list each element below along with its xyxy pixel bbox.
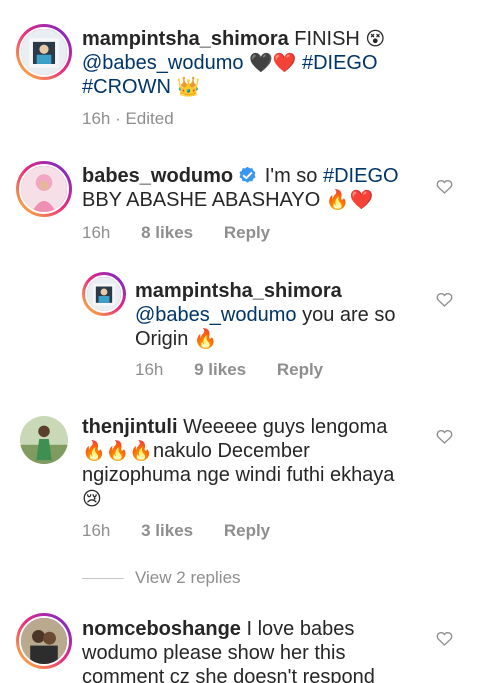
fire-emoji-icon: 🔥🔥🔥 [82, 440, 153, 462]
heart-outline-icon[interactable] [436, 631, 453, 646]
heart-outline-icon[interactable] [436, 429, 453, 444]
comment-timestamp: 16h [82, 521, 111, 540]
avatar-mampintsha-reply[interactable] [82, 272, 126, 316]
avatar-image [21, 166, 67, 212]
fire-emoji-icon: 🔥 [193, 328, 218, 350]
comment-text: I'm so [264, 165, 318, 187]
crying-face-emoji-icon: 😢 [82, 488, 102, 510]
avatar-image [21, 618, 67, 664]
likes-count-button[interactable]: 8 likes [141, 223, 193, 242]
comment-thenjintuli: thenjintuli Weeeee guys lengoma 🔥🔥🔥nakul… [82, 415, 427, 511]
likes-count-button[interactable]: 3 likes [141, 521, 193, 540]
reply-button[interactable]: Reply [224, 223, 270, 242]
comment-nomceboshange: nomceboshange I love babes wodumo please… [82, 617, 427, 683]
comment-text-line3: comment cz she doesn't respond [82, 666, 375, 683]
dizzy-face-emoji-icon: 😵 [365, 28, 386, 50]
view-replies-button[interactable]: View 2 replies [135, 568, 241, 588]
caption-timestamp: 16h · Edited [82, 109, 174, 128]
caption-hashtag-diego[interactable]: #DIEGO [302, 52, 378, 74]
comment-username[interactable]: babes_wodumo [82, 165, 233, 187]
caption-hashtag-crown[interactable]: #CROWN [82, 76, 171, 98]
avatar-nomceboshange[interactable] [16, 613, 72, 669]
comment-text: I love babes [246, 618, 355, 640]
comment-mampintsha-reply: mampintsha_shimora @babes_wodumo you are… [135, 279, 425, 351]
comment-text-line3: ngizophuma nge windi futhi ekhaya [82, 464, 395, 486]
avatar-image [87, 277, 121, 311]
comment-meta: 16h 3 likes Reply [82, 521, 270, 541]
comment-meta: 16h 8 likes Reply [82, 223, 270, 243]
comment-babes-wodumo: babes_wodumo I'm so #DIEGO BBY ABASHE AB… [82, 164, 422, 212]
comment-username[interactable]: thenjintuli [82, 416, 178, 438]
avatar-mampintsha-caption[interactable] [16, 24, 72, 80]
crown-emoji-icon: 👑 [176, 76, 201, 98]
avatar-image [20, 416, 68, 464]
comment-text-line2: nakulo December [152, 440, 310, 462]
avatar-babes-wodumo[interactable] [16, 161, 72, 217]
comments-screen: mampintsha_shimora FINISH 😵 @babes_wodum… [0, 0, 480, 683]
heart-outline-icon[interactable] [436, 179, 453, 194]
comment-text-line2: BBY ABASHE ABASHAYO [82, 189, 321, 211]
comment-meta: 16h 9 likes Reply [135, 360, 323, 380]
hearts-emoji-icon: 🖤❤️ [249, 52, 297, 74]
comment-text-line2: wodumo please show her this [82, 642, 346, 664]
comment-mention[interactable]: @babes_wodumo [135, 304, 297, 326]
reply-button[interactable]: Reply [224, 521, 270, 540]
avatar-image [21, 29, 67, 75]
comment-timestamp: 16h [82, 223, 111, 242]
comment-text-line2: Origin [135, 328, 189, 350]
comment-timestamp: 16h [135, 360, 164, 379]
caption-username[interactable]: mampintsha_shimora [82, 28, 289, 50]
verified-badge-icon [239, 166, 256, 183]
fire-heart-emoji-icon: 🔥❤️ [325, 189, 374, 211]
comment-text: Weeeee guys lengoma [183, 416, 388, 438]
avatar-thenjintuli[interactable] [20, 416, 68, 464]
reply-button[interactable]: Reply [277, 360, 323, 379]
heart-outline-icon[interactable] [436, 292, 453, 307]
caption-text: mampintsha_shimora FINISH 😵 @babes_wodum… [82, 27, 422, 99]
comment-hashtag-diego[interactable]: #DIEGO [323, 165, 399, 187]
likes-count-button[interactable]: 9 likes [194, 360, 246, 379]
comment-username[interactable]: nomceboshange [82, 618, 241, 640]
caption-mention[interactable]: @babes_wodumo [82, 52, 244, 74]
view-replies-divider [82, 578, 124, 579]
comment-text: you are so [302, 304, 396, 326]
caption-text-part: FINISH [294, 28, 360, 50]
comment-username[interactable]: mampintsha_shimora [135, 280, 342, 302]
